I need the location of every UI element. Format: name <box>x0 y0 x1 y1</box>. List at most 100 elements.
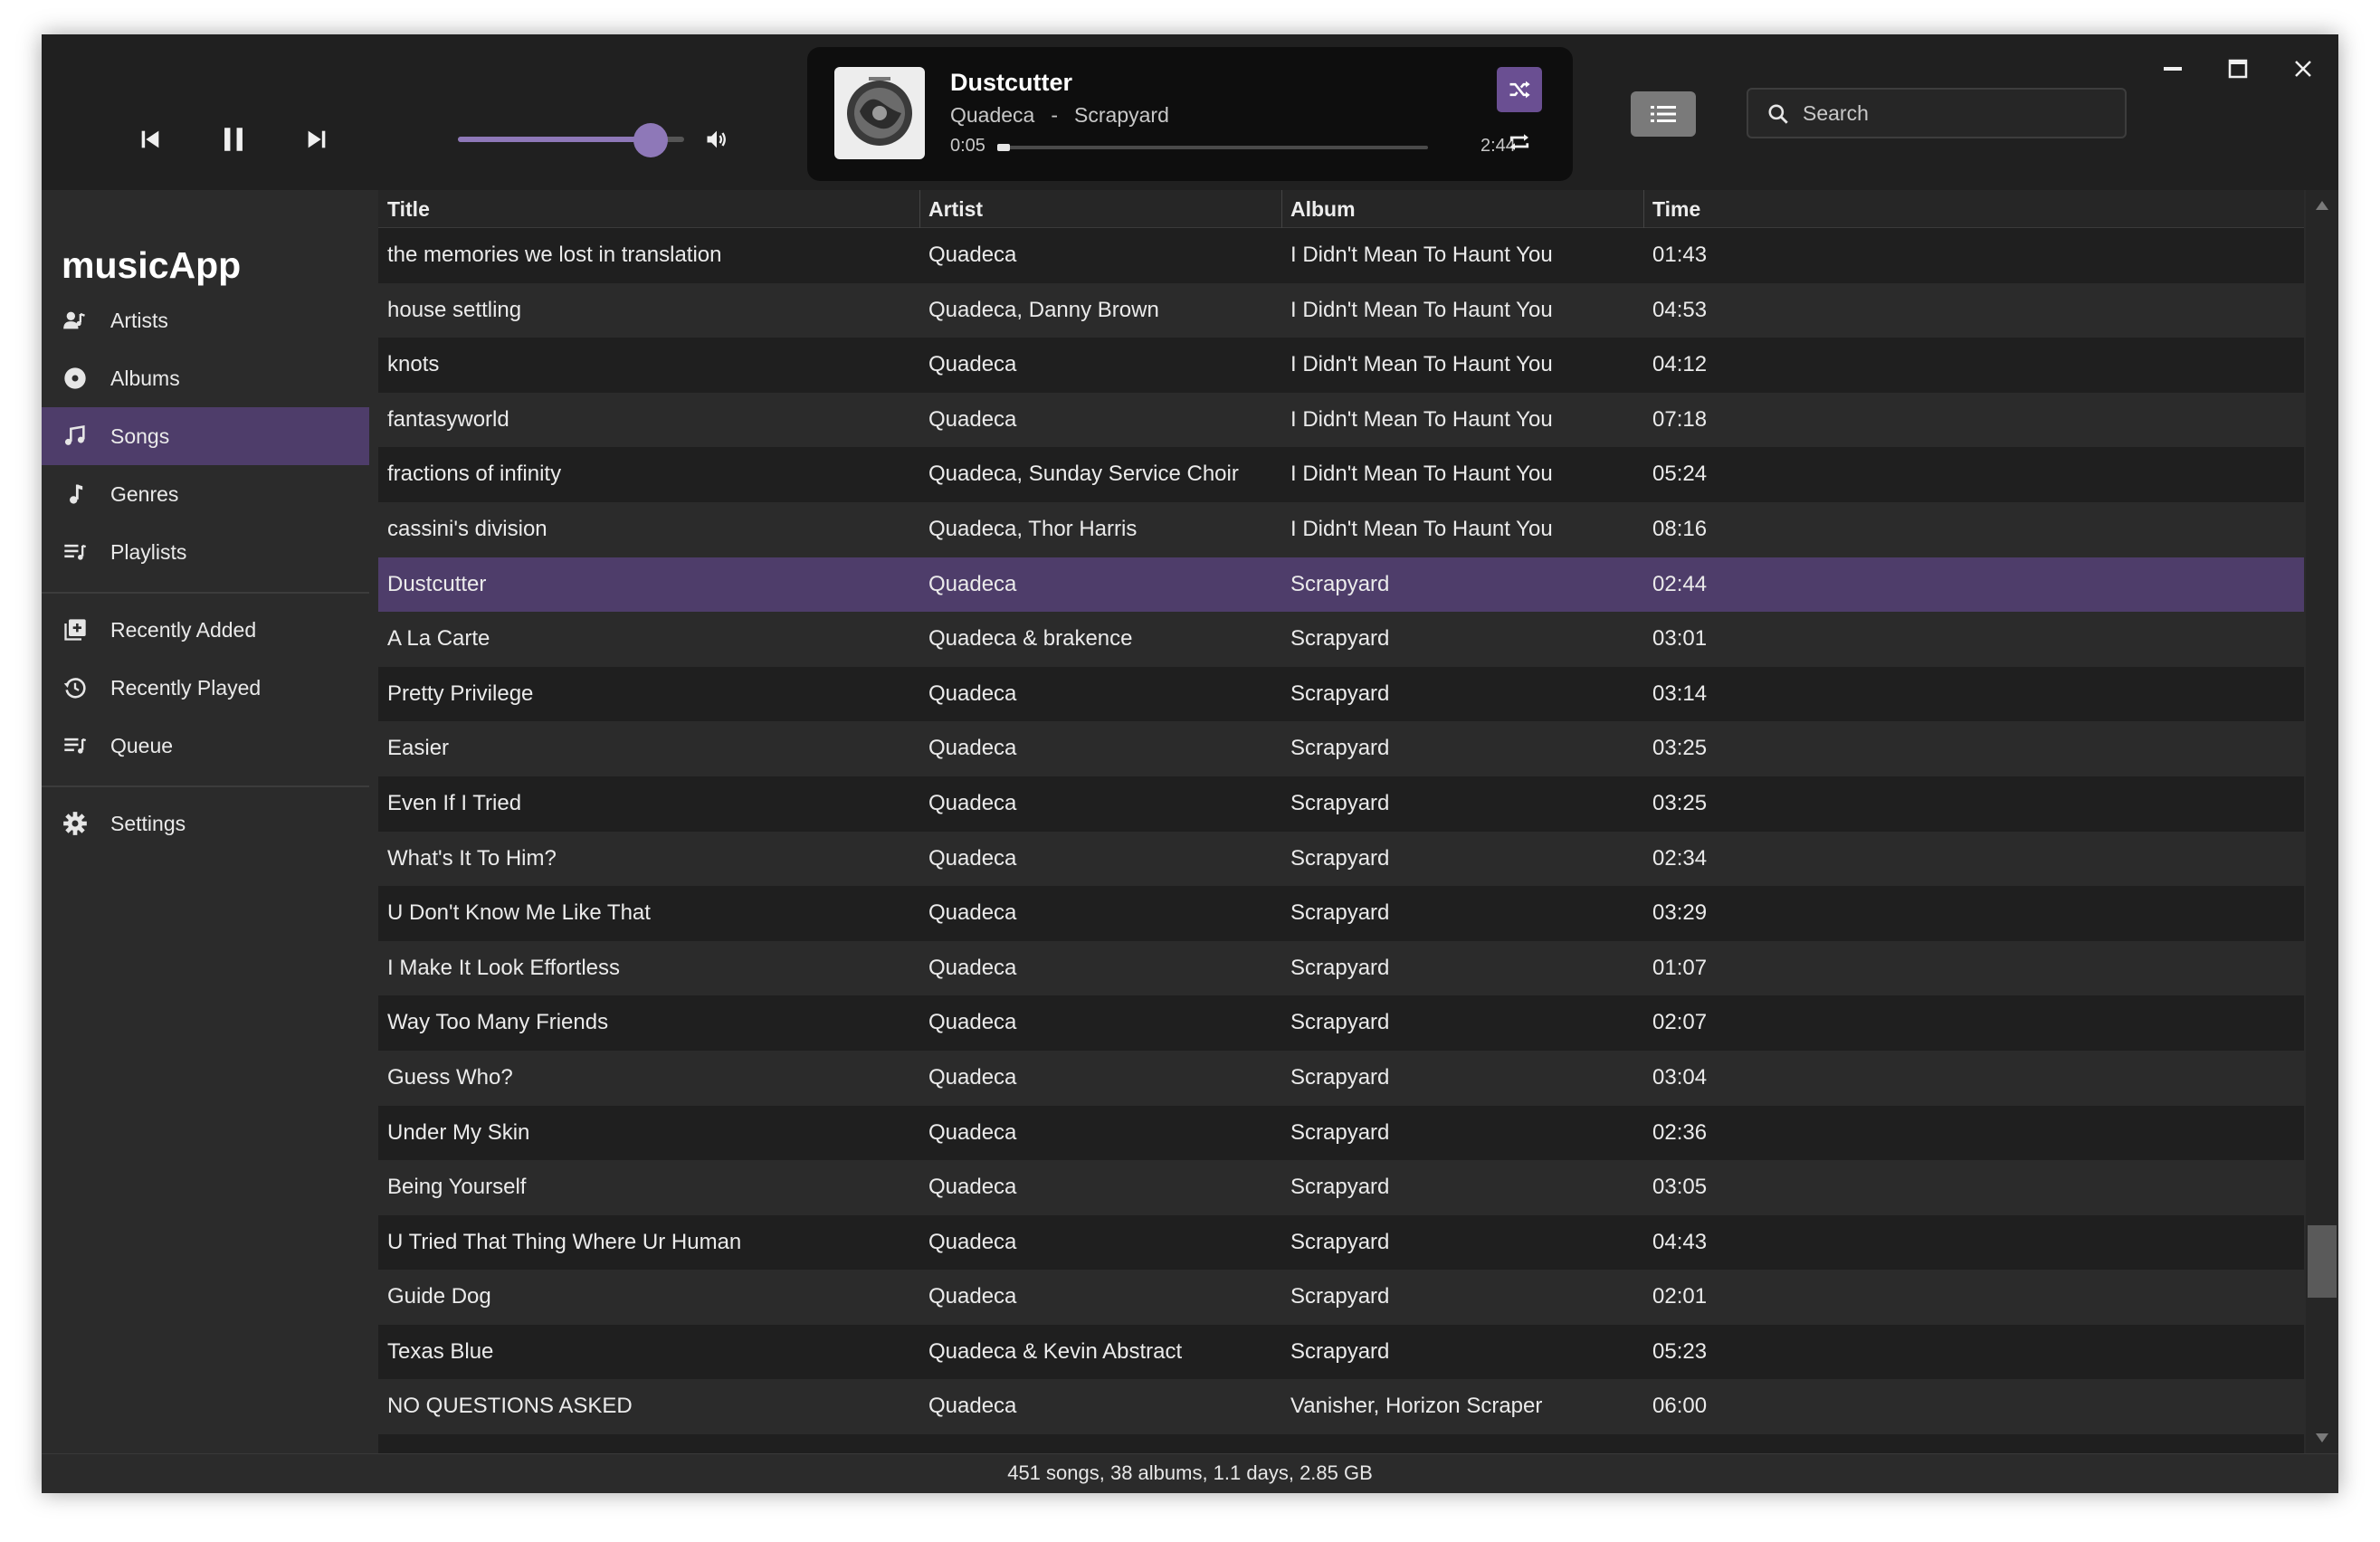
cell-time: 01:43 <box>1652 243 1708 267</box>
cell-album: Scrapyard <box>1290 900 1390 926</box>
search-input[interactable] <box>1803 90 2110 137</box>
table-row[interactable]: I Make It Look Effortless Quadeca Scrapyar… <box>378 940 2304 996</box>
next-track-button[interactable] <box>290 112 344 167</box>
column-header-artist[interactable]: Artist <box>919 190 1281 228</box>
album-cover[interactable] <box>834 67 925 159</box>
column-header-title[interactable]: Title <box>378 190 919 228</box>
table-row[interactable]: the memories we lost in translation Quade… <box>378 228 2304 283</box>
cell-album: Scrapyard <box>1290 1229 1390 1254</box>
cell-artist: Quadeca <box>928 243 1017 267</box>
sidebar-item-genres[interactable]: Genres <box>42 465 369 523</box>
cell-artist: Quadeca, Danny Brown <box>928 297 1159 322</box>
cell-time: 03:05 <box>1652 1175 1708 1200</box>
table-row[interactable]: Pretty Privilege Quadeca Scrapyard 03:14 <box>378 667 2304 722</box>
table-row[interactable]: Even If I Tried Quadeca Scrapyard 03:25 <box>378 776 2304 832</box>
previous-track-button[interactable] <box>123 112 177 167</box>
cell-artist: Quadeca <box>928 845 1017 871</box>
cell-title: Guess Who? <box>387 1064 513 1090</box>
vertical-scrollbar[interactable] <box>2306 190 2338 1453</box>
cell-title: Way Too Many Friends <box>387 1010 609 1035</box>
table-row[interactable]: knots Quadeca I Didn't Mean To Haunt You 04… <box>378 338 2304 393</box>
cell-artist: Quadeca, Sunday Service Choir <box>928 462 1239 487</box>
elapsed-time: 0:05 <box>950 136 985 156</box>
now-playing-album[interactable]: Scrapyard <box>1074 103 1169 127</box>
pause-button[interactable] <box>206 112 261 167</box>
minimize-icon <box>2164 67 2182 71</box>
cell-album: Scrapyard <box>1290 1338 1390 1364</box>
repeat-button[interactable] <box>1497 119 1542 165</box>
scroll-thumb[interactable] <box>2308 1225 2337 1298</box>
table-row[interactable]: Guess Who? Quadeca Scrapyard 03:04 <box>378 1050 2304 1106</box>
cell-artist: Quadeca <box>928 1010 1017 1035</box>
cell-title: Easier <box>387 736 450 761</box>
table-row[interactable]: Texas Blue Quadeca & Kevin Abstract Scrapy… <box>378 1325 2304 1380</box>
column-header-album[interactable]: Album <box>1281 190 1643 228</box>
cell-title: Dustcutter <box>387 571 487 596</box>
scroll-down-button[interactable] <box>2306 1423 2338 1453</box>
cell-time: 08:16 <box>1652 516 1708 541</box>
shuffle-button[interactable] <box>1497 67 1542 112</box>
cell-artist: Quadeca <box>928 1394 1017 1419</box>
volume-slider[interactable] <box>458 123 684 157</box>
table-row-selected[interactable]: Dustcutter Quadeca Scrapyard 02:44 <box>378 557 2304 613</box>
cell-album: Scrapyard <box>1290 736 1390 761</box>
cell-title: knots <box>387 352 440 377</box>
sidebar-item-settings[interactable]: Settings <box>42 795 369 852</box>
cell-time: 04:53 <box>1652 297 1708 322</box>
cell-artist: Quadeca <box>928 352 1017 377</box>
table-row[interactable]: A La Carte Quadeca & brakence Scrapyard 03:… <box>378 612 2304 667</box>
volume-thumb[interactable] <box>633 123 668 157</box>
list-view-button[interactable] <box>1631 91 1696 137</box>
table-row[interactable]: Way Too Many Friends Quadeca Scrapyard 02:0… <box>378 995 2304 1051</box>
table-row[interactable]: Being Yourself Quadeca Scrapyard 03:05 <box>378 1160 2304 1215</box>
minimize-button[interactable] <box>2141 51 2204 87</box>
songs-icon <box>62 423 89 450</box>
sidebar-item-recently-played[interactable]: Recently Played <box>42 659 369 717</box>
sidebar-item-playlists[interactable]: Playlists <box>42 523 369 581</box>
table-row[interactable]: Guide Dog Quadeca Scrapyard 02:01 <box>378 1270 2304 1325</box>
search-box[interactable] <box>1747 88 2127 138</box>
now-playing-artist[interactable]: Quadeca <box>950 103 1034 127</box>
table-row[interactable]: fantasyworld Quadeca I Didn't Mean To Haun… <box>378 392 2304 448</box>
column-header-time[interactable]: Time <box>1643 190 1915 228</box>
sidebar-item-songs[interactable]: Songs <box>42 407 369 465</box>
cell-album: Scrapyard <box>1290 845 1390 871</box>
playlist-icon <box>62 538 89 566</box>
table-row[interactable]: What's It To Him? Quadeca Scrapyard 02:34 <box>378 831 2304 887</box>
cell-title: What's It To Him? <box>387 845 557 871</box>
status-bar: 451 songs, 38 albums, 1.1 days, 2.85 GB <box>42 1453 2338 1493</box>
sidebar-item-artists[interactable]: Artists <box>42 291 369 349</box>
table-row[interactable]: NO QUESTIONS ASKED Quadeca Vanisher, Horiz… <box>378 1379 2304 1435</box>
skip-previous-icon <box>141 130 159 148</box>
table-row[interactable]: U Tried That Thing Where Ur Human Quadeca… <box>378 1215 2304 1271</box>
table-row[interactable]: Under My Skin Quadeca Scrapyard 02:36 <box>378 1106 2304 1161</box>
mute-button[interactable] <box>695 118 738 161</box>
cell-album: Scrapyard <box>1290 955 1390 980</box>
cell-time: 03:14 <box>1652 681 1708 706</box>
sidebar-item-recently-added[interactable]: Recently Added <box>42 601 369 659</box>
maximize-button[interactable] <box>2206 51 2270 87</box>
genres-icon <box>62 481 89 508</box>
scroll-up-button[interactable] <box>2306 190 2338 221</box>
cell-title: Texas Blue <box>387 1338 494 1364</box>
close-button[interactable] <box>2271 51 2335 87</box>
cell-album: Scrapyard <box>1290 1119 1390 1145</box>
cell-title: cassini's division <box>387 516 547 541</box>
table-row[interactable]: fractions of infinity Quadeca, Sunday Ser… <box>378 447 2304 502</box>
table-row[interactable]: house settling Quadeca, Danny Brown I Didn… <box>378 282 2304 338</box>
sidebar-item-albums[interactable]: Albums <box>42 349 369 407</box>
cell-artist: Quadeca <box>928 1284 1017 1309</box>
table-row[interactable]: U Don't Know Me Like That Quadeca Scrapyar… <box>378 886 2304 941</box>
speaker-icon <box>707 130 726 148</box>
seek-bar[interactable] <box>997 143 1428 152</box>
cell-title: house settling <box>387 297 522 322</box>
cell-time: 05:24 <box>1652 462 1708 487</box>
sidebar-item-queue[interactable]: Queue <box>42 717 369 775</box>
table-row[interactable]: cassini's division Quadeca, Thor Harris I … <box>378 501 2304 557</box>
queue-icon <box>62 732 89 759</box>
player-bar: Dustcutter Quadeca - Scrapyard 0:05 2:44 <box>42 34 2338 190</box>
cell-artist: Quadeca <box>928 736 1017 761</box>
cell-artist: Quadeca <box>928 1229 1017 1254</box>
cell-album: I Didn't Mean To Haunt You <box>1290 406 1553 432</box>
table-row[interactable]: Easier Quadeca Scrapyard 03:25 <box>378 721 2304 776</box>
